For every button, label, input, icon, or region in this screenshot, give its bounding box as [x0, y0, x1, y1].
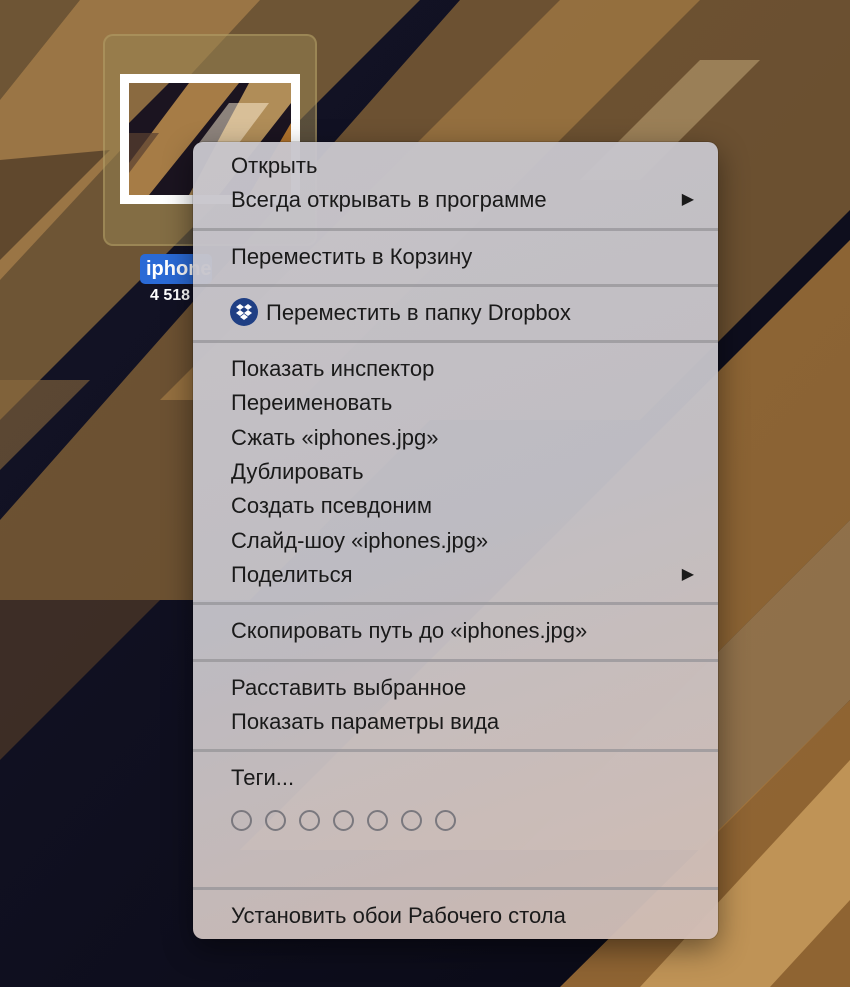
- menu-item-label: Переместить в Корзину: [231, 243, 473, 269]
- tag-colors-row: [193, 795, 718, 845]
- menu-item-make-alias[interactable]: Создать псевдоним: [193, 489, 718, 523]
- menu-item-move-to-dropbox[interactable]: Переместить в папку Dropbox: [193, 296, 718, 330]
- tags-spacer: [193, 845, 718, 877]
- menu-separator: [193, 283, 718, 287]
- dropbox-icon: [230, 298, 258, 327]
- tag-circle-icon[interactable]: [367, 809, 388, 831]
- menu-item-label: Слайд-шоу «iphones.jpg»: [231, 527, 489, 553]
- menu-separator: [193, 749, 718, 753]
- menu-item-label: Установить обои Рабочего стола: [231, 903, 566, 929]
- context-menu: Открыть Всегда открывать в программе ▶ П…: [193, 142, 718, 939]
- menu-item-label: Поделиться: [231, 561, 353, 587]
- menu-item-open[interactable]: Открыть: [193, 149, 718, 183]
- menu-item-show-view-options[interactable]: Показать параметры вида: [193, 705, 718, 739]
- tag-circle-icon[interactable]: [333, 809, 354, 831]
- menu-item-label: Расставить выбранное: [231, 674, 467, 700]
- file-size-label: 4 518 × 3 000: [150, 287, 195, 304]
- menu-item-label: Создать псевдоним: [231, 493, 432, 519]
- submenu-arrow-icon: ▶: [681, 191, 694, 209]
- menu-item-slideshow[interactable]: Слайд-шоу «iphones.jpg»: [193, 524, 718, 558]
- tag-circle-icon[interactable]: [265, 809, 286, 831]
- menu-item-rename[interactable]: Переименовать: [193, 386, 718, 420]
- menu-item-move-to-trash[interactable]: Переместить в Корзину: [193, 240, 718, 274]
- tag-circle-icon[interactable]: [231, 809, 252, 831]
- menu-item-arrange-selection[interactable]: Расставить выбранное: [193, 671, 718, 705]
- menu-item-label: Всегда открывать в программе: [231, 187, 547, 213]
- menu-item-copy-path[interactable]: Скопировать путь до «iphones.jpg»: [193, 614, 718, 648]
- menu-separator: [193, 602, 718, 606]
- submenu-arrow-icon: ▶: [681, 565, 694, 583]
- menu-item-compress[interactable]: Сжать «iphones.jpg»: [193, 421, 718, 455]
- tag-circle-icon[interactable]: [401, 809, 422, 831]
- menu-item-label: Открыть: [231, 153, 318, 178]
- menu-item-label: Показать параметры вида: [231, 708, 500, 734]
- menu-item-label: Сжать «iphones.jpg»: [231, 424, 439, 450]
- menu-item-tags[interactable]: Теги...: [193, 761, 718, 795]
- menu-separator: [193, 658, 718, 662]
- menu-item-duplicate[interactable]: Дублировать: [193, 455, 718, 489]
- menu-item-label: Показать инспектор: [231, 356, 435, 382]
- tag-circle-icon[interactable]: [435, 809, 456, 831]
- menu-item-label: Скопировать путь до «iphones.jpg»: [231, 618, 588, 644]
- menu-separator: [193, 227, 718, 231]
- menu-item-label: Переместить в папку Dropbox: [266, 299, 571, 325]
- menu-item-label: Теги...: [231, 765, 295, 791]
- menu-item-label: Дублировать: [231, 459, 364, 485]
- menu-item-share[interactable]: Поделиться ▶: [193, 558, 718, 592]
- menu-separator: [193, 340, 718, 344]
- menu-item-label: Переименовать: [231, 390, 393, 416]
- menu-item-set-wallpaper[interactable]: Установить обои Рабочего стола: [193, 899, 718, 933]
- menu-item-open-with[interactable]: Всегда открывать в программе ▶: [193, 183, 718, 217]
- menu-separator: [193, 887, 718, 891]
- tag-circle-icon[interactable]: [299, 809, 320, 831]
- menu-item-show-inspector[interactable]: Показать инспектор: [193, 352, 718, 386]
